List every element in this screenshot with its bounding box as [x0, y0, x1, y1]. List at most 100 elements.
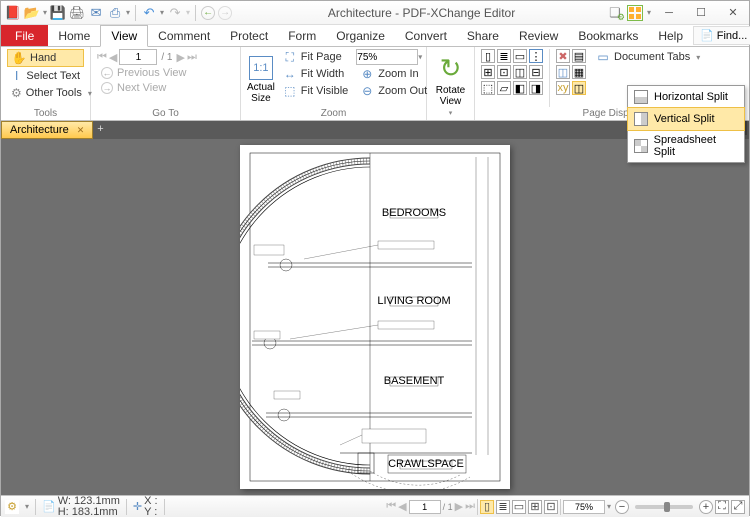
- layout-e-icon[interactable]: ⬚: [481, 81, 495, 95]
- tab-share[interactable]: Share: [457, 25, 509, 46]
- layout-g-icon[interactable]: ◧: [513, 81, 527, 95]
- save-icon[interactable]: 💾: [50, 5, 66, 21]
- spreadsheet-split[interactable]: Spreadsheet Split: [628, 130, 744, 162]
- goto-group-label: Go To: [97, 107, 234, 120]
- view-two-cont-icon[interactable]: ⊞: [528, 500, 542, 514]
- pane-a-icon[interactable]: ◫: [556, 65, 570, 79]
- print-icon[interactable]: 🖨: [69, 5, 85, 21]
- document-tabs[interactable]: ▭Document Tabs▾: [592, 49, 704, 65]
- tab-comment[interactable]: Comment: [148, 25, 220, 46]
- layout-continuous-icon[interactable]: ≣: [497, 49, 511, 63]
- scan-icon[interactable]: ⎙: [107, 5, 123, 21]
- layout-b-icon[interactable]: ⊡: [497, 65, 511, 79]
- tab-home[interactable]: Home: [48, 25, 100, 46]
- status-first-icon[interactable]: ⏮: [386, 500, 396, 513]
- other-tools[interactable]: ⚙Other Tools▾: [7, 85, 84, 101]
- find-button[interactable]: 📄Find...: [693, 26, 750, 45]
- tab-protect[interactable]: Protect: [220, 25, 278, 46]
- pane-b-icon[interactable]: ▦: [572, 65, 586, 79]
- prev-page-icon[interactable]: ◀: [109, 51, 117, 64]
- qat-dropdown2[interactable]: ▾: [126, 8, 130, 17]
- rotate-icon: ↻: [437, 55, 465, 83]
- fit-page[interactable]: ⛶Fit Page: [279, 49, 352, 65]
- next-page-icon[interactable]: ▶: [177, 51, 185, 64]
- gear-icon: ⚙: [11, 86, 22, 100]
- zoom-out-btn[interactable]: −: [615, 500, 629, 514]
- fit-width-icon: ↔: [283, 67, 297, 81]
- layout-options-icon[interactable]: ⋮: [529, 49, 543, 63]
- options-icon[interactable]: ⚙: [5, 500, 19, 514]
- thumbnails-icon[interactable]: ✖: [556, 49, 570, 63]
- undo-icon[interactable]: ↶: [141, 5, 157, 21]
- maximize-button[interactable]: ☐: [687, 3, 715, 23]
- settings-icon[interactable]: ❏⚙: [607, 5, 623, 21]
- zoom-select[interactable]: [356, 49, 418, 65]
- fit-width[interactable]: ↔Fit Width: [279, 66, 352, 82]
- document-canvas[interactable]: BEDROOMS LIVING ROOM BASEMENT CRAWLSPACE: [1, 139, 749, 495]
- layout-a-icon[interactable]: ⊞: [481, 65, 495, 79]
- minimize-button[interactable]: ─: [655, 3, 683, 23]
- page-input[interactable]: [119, 49, 157, 65]
- split-button[interactable]: ◫: [572, 81, 586, 95]
- bookmarks-pane-icon[interactable]: ▤: [572, 49, 586, 63]
- page-total: / 1: [159, 52, 174, 63]
- nav-back-icon[interactable]: ←: [201, 6, 215, 20]
- fit-visible[interactable]: ⬚Fit Visible: [279, 83, 352, 99]
- tab-close-icon[interactable]: ✕: [73, 125, 85, 136]
- mail-icon[interactable]: ✉: [88, 5, 104, 21]
- fit-visible-icon: ⬚: [283, 84, 297, 98]
- redo-icon[interactable]: ↷: [167, 5, 183, 21]
- qat-dropdown[interactable]: ▾: [43, 8, 47, 17]
- layout-c-icon[interactable]: ◫: [513, 65, 527, 79]
- open-icon[interactable]: 📂: [24, 5, 40, 21]
- last-page-icon[interactable]: ⏭: [187, 51, 197, 64]
- vertical-split[interactable]: Vertical Split: [627, 107, 745, 131]
- file-tab[interactable]: File: [1, 25, 48, 46]
- status-prev-icon[interactable]: ◀: [398, 500, 406, 513]
- select-text-tool[interactable]: ⅠSelect Text: [7, 68, 84, 84]
- tab-form[interactable]: Form: [278, 25, 326, 46]
- fit-page-icon: ⛶: [283, 50, 297, 64]
- tab-organize[interactable]: Organize: [326, 25, 395, 46]
- view-two-icon[interactable]: ▭: [512, 500, 526, 514]
- nav-fwd-icon: →: [218, 6, 232, 20]
- view-grid-icon[interactable]: ⊡: [544, 500, 558, 514]
- hand-tool[interactable]: ✋Hand: [7, 49, 84, 67]
- horizontal-split[interactable]: Horizontal Split: [628, 86, 744, 108]
- zoom-in[interactable]: ⊕Zoom In: [356, 66, 431, 82]
- actual-size-button[interactable]: 1:1 Actual Size: [247, 49, 275, 107]
- view-single-icon[interactable]: ▯: [480, 500, 494, 514]
- layout-single-icon[interactable]: ▯: [481, 49, 495, 63]
- previous-view[interactable]: ←Previous View: [97, 66, 234, 80]
- layout-f-icon[interactable]: ▱: [497, 81, 511, 95]
- tab-help[interactable]: Help: [648, 25, 693, 46]
- tab-view[interactable]: View: [100, 25, 148, 47]
- tab-bookmarks[interactable]: Bookmarks: [568, 25, 648, 46]
- status-page-input[interactable]: [409, 500, 441, 514]
- layout-facing-icon[interactable]: ▭: [513, 49, 527, 63]
- fullscreen-icon[interactable]: ⤢: [731, 500, 745, 514]
- tab-review[interactable]: Review: [509, 25, 568, 46]
- app-icon: 📕: [5, 5, 21, 21]
- fit-toggle-icon[interactable]: ⛶: [715, 500, 729, 514]
- close-button[interactable]: ✕: [719, 3, 747, 23]
- zoom-in-btn[interactable]: +: [699, 500, 713, 514]
- layout-h-icon[interactable]: ◨: [529, 81, 543, 95]
- next-view-icon: →: [101, 82, 113, 94]
- status-next-icon[interactable]: ▶: [455, 500, 463, 513]
- status-zoom-input[interactable]: [563, 500, 605, 514]
- ui-options-icon[interactable]: [627, 5, 643, 21]
- document-tab[interactable]: Architecture✕: [1, 121, 93, 139]
- next-view[interactable]: →Next View: [97, 81, 234, 95]
- status-last-icon[interactable]: ⏭: [465, 500, 475, 513]
- add-tab-icon[interactable]: +: [93, 121, 107, 139]
- zoom-out-icon: ⊖: [360, 84, 374, 98]
- zoom-slider[interactable]: [635, 505, 693, 509]
- rotate-view-button[interactable]: ↻ Rotate View▾: [433, 49, 468, 118]
- tab-convert[interactable]: Convert: [395, 25, 457, 46]
- first-page-icon[interactable]: ⏮: [97, 51, 107, 64]
- view-cont-icon[interactable]: ≣: [496, 500, 510, 514]
- layout-d-icon[interactable]: ⊟: [529, 65, 543, 79]
- pane-c-icon[interactable]: xy: [556, 81, 570, 95]
- zoom-out[interactable]: ⊖Zoom Out: [356, 83, 431, 99]
